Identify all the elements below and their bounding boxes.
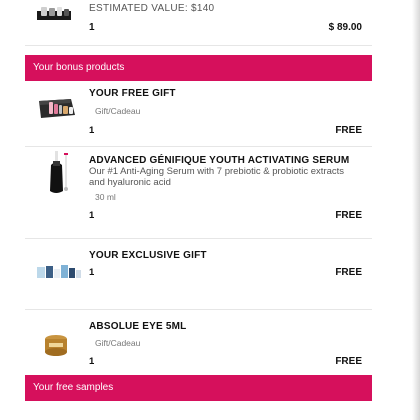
- serum-bottle-thumbnail: [50, 151, 68, 193]
- product-quantity: 1: [89, 210, 95, 221]
- product-quantity: 1: [89, 267, 95, 278]
- product-name: ADVANCED GÉNIFIQUE YOUTH ACTIVATING SERU…: [89, 155, 350, 166]
- cart-page: ESTIMATED VALUE: $140 1 $ 89.00 Your bon…: [25, 0, 372, 383]
- product-price: FREE: [335, 210, 362, 221]
- bonus-product-absolue-eye: ABSOLUE EYE 5ML Gift/Cadeau 1 FREE: [25, 310, 372, 383]
- item-quantity: 1: [89, 22, 95, 33]
- product-name: YOUR EXCLUSIVE GIFT: [89, 250, 207, 261]
- product-name: ABSOLUE EYE 5ML: [89, 321, 187, 332]
- product-sub-label: Gift/Cadeau: [95, 338, 141, 348]
- bonus-products-header: Your bonus products: [25, 55, 372, 81]
- product-quantity: 1: [89, 125, 95, 136]
- cream-jar-thumbnail: [45, 335, 67, 356]
- estimated-value: ESTIMATED VALUE: $140: [89, 3, 215, 14]
- product-description: Our #1 Anti-Aging Serum with 7 prebiotic…: [89, 166, 345, 188]
- product-sub-label: Gift/Cadeau: [95, 106, 141, 116]
- right-edge-shadow: [412, 0, 420, 420]
- product-price: FREE: [335, 356, 362, 367]
- product-price: FREE: [335, 267, 362, 278]
- gift-bag-thumbnail: [39, 99, 75, 118]
- free-samples-header: Your free samples: [25, 375, 372, 401]
- product-price: FREE: [335, 125, 362, 136]
- product-set-thumbnail: [37, 7, 71, 20]
- cart-item-set: ESTIMATED VALUE: $140 1 $ 89.00: [25, 0, 372, 46]
- product-name: YOUR FREE GIFT: [89, 88, 176, 99]
- bonus-product-exclusive-gift: YOUR EXCLUSIVE GIFT 1 FREE: [25, 239, 372, 310]
- item-price: $ 89.00: [328, 22, 362, 33]
- product-size: 30 ml: [95, 192, 116, 202]
- bonus-product-free-gift: YOUR FREE GIFT Gift/Cadeau 1 FREE: [25, 81, 372, 147]
- product-quantity: 1: [89, 356, 95, 367]
- bonus-product-serum: ADVANCED GÉNIFIQUE YOUTH ACTIVATING SERU…: [25, 147, 372, 239]
- exclusive-gift-thumbnail: [37, 265, 81, 278]
